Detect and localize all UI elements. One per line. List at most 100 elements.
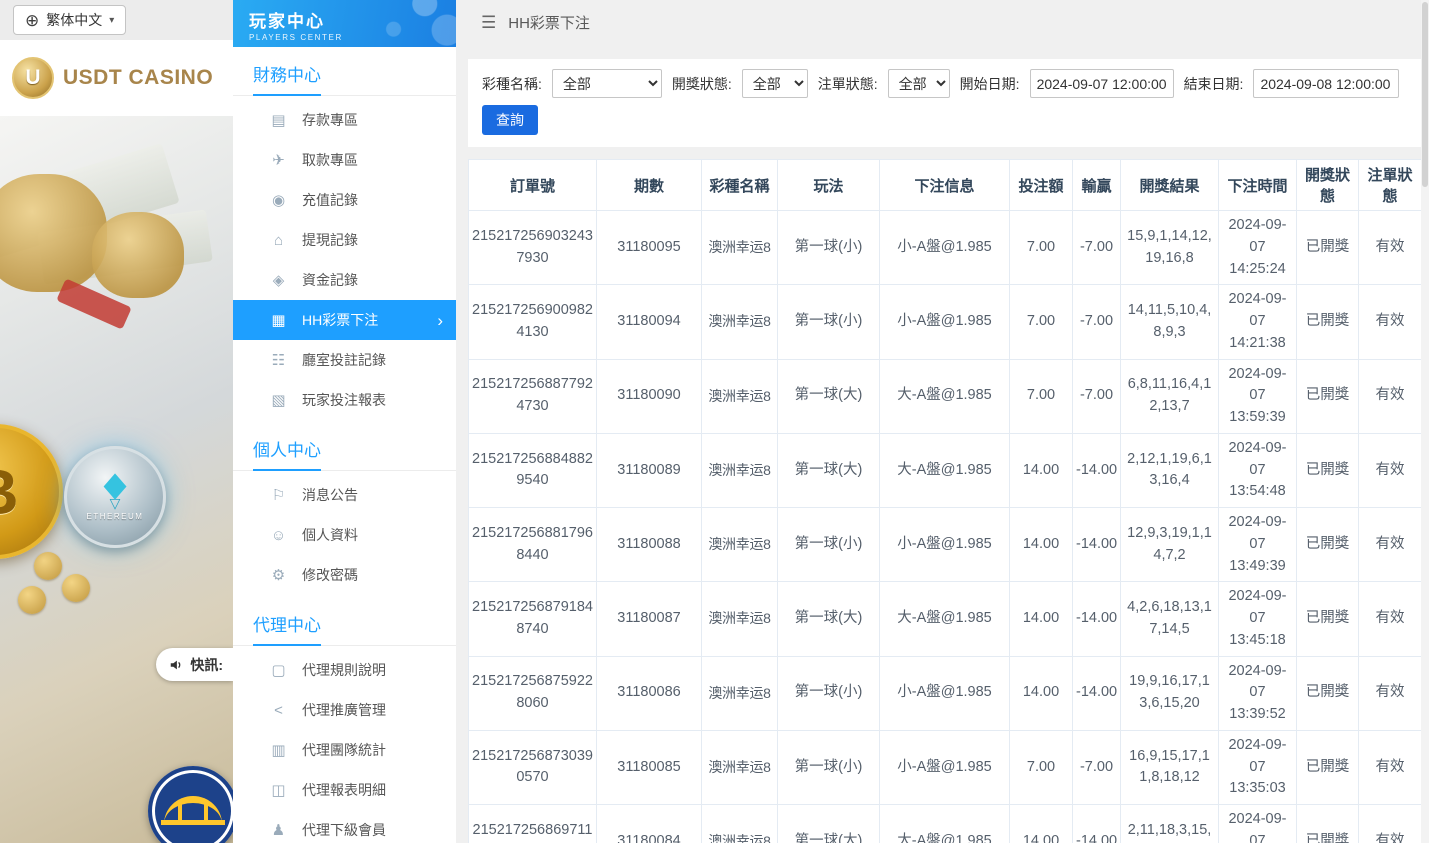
globe-icon: ⊕ <box>25 12 39 29</box>
cell-order-status: 有效 <box>1359 730 1422 804</box>
sidebar-item-members[interactable]: ♟代理下級會員 <box>233 810 456 843</box>
sidebar-section-title: 個人中心 <box>233 422 456 471</box>
cell-bet-amount: 7.00 <box>1010 730 1073 804</box>
sidebar-title: 玩家中心 <box>249 7 456 32</box>
cell-play: 第一球(大) <box>778 359 880 433</box>
cell-bet-amount: 14.00 <box>1010 582 1073 656</box>
cell-win-loss: -14.00 <box>1073 433 1121 507</box>
sidebar: 玩家中心 PLAYERS CENTER 財務中心▤存款專區✈取款專區◉充值記錄⌂… <box>233 0 456 843</box>
cell-draw-status: 已開獎 <box>1297 730 1359 804</box>
sidebar-item-room[interactable]: ☷ 廳室投註記錄 <box>233 340 456 380</box>
cell-order-status: 有效 <box>1359 805 1422 843</box>
cell-bet-amount: 7.00 <box>1010 285 1073 359</box>
sidebar-group: ▢ 代理規則說明 <代理推廣管理▥代理團隊統計◫代理報表明細♟代理下級會員 <box>233 646 456 843</box>
draw-status-select[interactable]: 全部 <box>742 69 808 98</box>
sidebar-item-deposit[interactable]: ▤存款專區 <box>233 100 456 140</box>
sidebar-item-detail[interactable]: ◫代理報表明細 <box>233 770 456 810</box>
sidebar-group: ▤存款專區✈取款專區 ◉ 充值記錄 ⌂提現記錄◈資金記錄▦HH彩票下注› ☷ 廳室投註記錄… <box>233 96 456 422</box>
sidebar-item-user[interactable]: ☺個人資料 <box>233 515 456 555</box>
sidebar-item-label: 玩家投注報表 <box>302 390 386 410</box>
sidebar-item-funds[interactable]: ◈資金記錄 <box>233 260 456 300</box>
bet-records-table: 訂單號期數彩種名稱玩法下注信息投注額輸贏開獎結果下注時間開獎狀態注單狀態 215… <box>468 159 1422 843</box>
top-strip: ⊕ 繁体中文 ▾ <box>0 0 233 40</box>
sidebar-item-doc[interactable]: ▢ 代理規則說明 <box>233 650 456 690</box>
table-body: 215217256903243793031180095澳洲幸运8第一球(小)小-… <box>469 211 1422 843</box>
cell-period: 31180085 <box>597 730 702 804</box>
cell-lottery-name: 澳洲幸运8 <box>702 805 778 843</box>
cell-bet-info: 大-A盤@1.985 <box>880 433 1010 507</box>
start-date-input[interactable] <box>1030 69 1174 98</box>
money-bag-graphic <box>92 212 184 298</box>
lottery-name-select[interactable]: 全部 <box>552 69 662 98</box>
sidebar-item-recharge[interactable]: ◉ 充值記錄 <box>233 180 456 220</box>
cell-period: 31180094 <box>597 285 702 359</box>
table-row: 215217256884882954031180089澳洲幸运8第一球(大)大-… <box>469 433 1422 507</box>
cell-period: 31180087 <box>597 582 702 656</box>
cell-order-status: 有效 <box>1359 359 1422 433</box>
room-icon: ☷ <box>270 351 287 369</box>
cell-lottery-name: 澳洲幸运8 <box>702 359 778 433</box>
cell-order-no: 2152172569009824130 <box>469 285 597 359</box>
cell-draw-result: 16,9,15,17,11,8,18,12 <box>1121 730 1219 804</box>
column-header-bet-amount: 投注額 <box>1010 160 1073 211</box>
filter-row: 彩種名稱:全部開獎狀態:全部注單狀態:全部開始日期:結束日期: <box>482 69 1407 98</box>
cell-bet-time: 2024-09-07 13:39:52 <box>1219 656 1297 730</box>
promo-background: Ƀ ◆ ▽ ETHEREUM 快訊: <box>0 116 233 843</box>
sidebar-item-gear[interactable]: ⚙修改密碼 <box>233 555 456 595</box>
sidebar-item-team[interactable]: ▥代理團隊統計 <box>233 730 456 770</box>
cell-bet-amount: 7.00 <box>1010 211 1073 285</box>
cell-order-no: 2152172568791848740 <box>469 582 597 656</box>
cell-play: 第一球(小) <box>778 730 880 804</box>
cell-lottery-name: 澳洲幸运8 <box>702 582 778 656</box>
scrollbar-track[interactable] <box>1421 0 1429 843</box>
cell-draw-status: 已開獎 <box>1297 211 1359 285</box>
column-header-draw-status: 開獎狀態 <box>1297 160 1359 211</box>
sidebar-item-withdraw[interactable]: ✈取款專區 <box>233 140 456 180</box>
cell-bet-time: 2024-09-07 13:49:39 <box>1219 508 1297 582</box>
cell-lottery-name: 澳洲幸运8 <box>702 730 778 804</box>
cell-order-no: 2152172568697117360 <box>469 805 597 843</box>
start-date-label: 開始日期: <box>960 74 1020 94</box>
sidebar-item-label: 取款專區 <box>302 150 358 170</box>
table-header-row: 訂單號期數彩種名稱玩法下注信息投注額輸贏開獎結果下注時間開獎狀態注單狀態 <box>469 160 1422 211</box>
cell-bet-amount: 14.00 <box>1010 433 1073 507</box>
search-button[interactable]: 查詢 <box>482 105 538 135</box>
menu-toggle-icon[interactable]: ☰ <box>481 13 496 33</box>
cell-bet-amount: 7.00 <box>1010 359 1073 433</box>
sidebar-item-bell[interactable]: ⚐消息公告 <box>233 475 456 515</box>
sidebar-item-cashout[interactable]: ⌂提現記錄 <box>233 220 456 260</box>
cell-bet-info: 小-A盤@1.985 <box>880 656 1010 730</box>
order-status-select[interactable]: 全部 <box>888 69 950 98</box>
sidebar-item-report[interactable]: ▧ 玩家投注報表 <box>233 380 456 420</box>
cell-bet-amount: 14.00 <box>1010 656 1073 730</box>
cell-order-status: 有效 <box>1359 582 1422 656</box>
cell-play: 第一球(大) <box>778 805 880 843</box>
cell-draw-status: 已開獎 <box>1297 582 1359 656</box>
column-header-play: 玩法 <box>778 160 880 211</box>
brand-logo[interactable]: U USDT CASINO <box>0 40 233 116</box>
table-row: 215217256900982413031180094澳洲幸运8第一球(小)小-… <box>469 285 1422 359</box>
recharge-icon: ◉ <box>270 191 287 209</box>
sidebar-item-label: 代理團隊統計 <box>302 740 386 760</box>
sidebar-item-share[interactable]: <代理推廣管理 <box>233 690 456 730</box>
cell-draw-result: 4,2,6,18,13,17,14,5 <box>1121 582 1219 656</box>
sidebar-item-label: 資金記錄 <box>302 270 358 290</box>
sidebar-item-label: 廳室投註記錄 <box>302 350 386 370</box>
end-date-input[interactable] <box>1253 69 1399 98</box>
cell-order-no: 2152172568759228060 <box>469 656 597 730</box>
cell-order-no: 2152172568877924730 <box>469 359 597 433</box>
doc-icon: ▢ <box>270 661 287 679</box>
report-icon: ▧ <box>270 391 287 409</box>
column-header-draw-result: 開獎結果 <box>1121 160 1219 211</box>
column-header-bet-time: 下注時間 <box>1219 160 1297 211</box>
cell-bet-time: 2024-09-07 13:35:03 <box>1219 730 1297 804</box>
cell-draw-result: 19,9,16,17,13,6,15,20 <box>1121 656 1219 730</box>
language-selector[interactable]: ⊕ 繁体中文 ▾ <box>13 5 126 35</box>
sidebar-item-lottery[interactable]: ▦HH彩票下注› <box>233 300 456 340</box>
bitcoin-icon: Ƀ <box>0 455 19 529</box>
sidebar-item-label: 代理規則說明 <box>302 660 386 680</box>
column-header-period: 期數 <box>597 160 702 211</box>
sidebar-item-label: 代理推廣管理 <box>302 700 386 720</box>
scrollbar-thumb[interactable] <box>1422 2 1428 187</box>
sidebar-item-label: 充值記錄 <box>302 190 358 210</box>
